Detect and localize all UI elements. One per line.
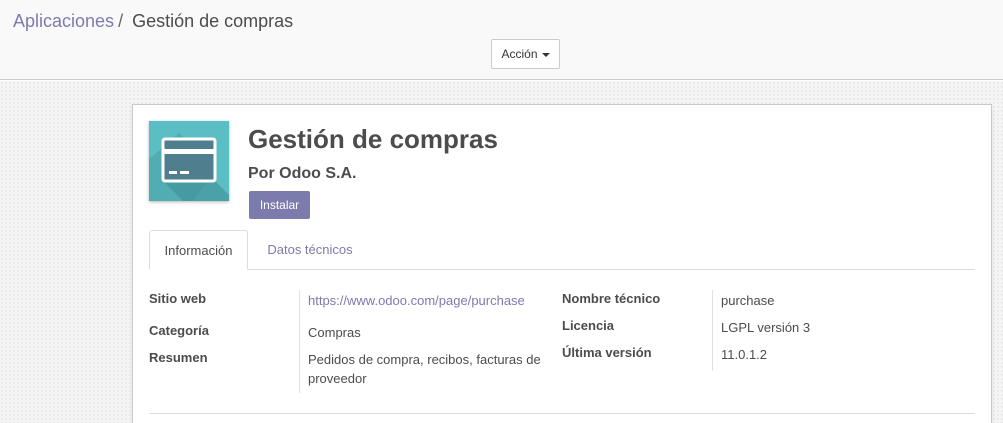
install-button[interactable]: Instalar: [249, 191, 310, 219]
category-label: Categoría: [149, 323, 209, 338]
action-button-label: Acción: [501, 47, 538, 61]
breadcrumb-current: Gestión de compras: [132, 11, 294, 31]
control-panel: Aplicaciones / Gestión de compras Acción: [0, 0, 1003, 80]
latest-version-value: 11.0.1.2: [721, 347, 768, 362]
credit-card-icon: [149, 121, 229, 201]
app-title: Gestión de compras: [248, 124, 498, 154]
app-author: Por Odoo S.A.: [248, 165, 357, 182]
tab-datos-tecnicos[interactable]: Datos técnicos: [258, 230, 362, 270]
technical-name-value: purchase: [721, 293, 775, 308]
summary-label: Resumen: [149, 350, 208, 365]
right-column-separator: [712, 290, 713, 371]
license-label: Licencia: [562, 318, 615, 333]
technical-name-label: Nombre técnico: [562, 291, 661, 306]
breadcrumb-separator: /: [118, 11, 124, 31]
summary-value: Pedidos de compra, recibos, facturas de …: [308, 352, 541, 386]
tab-informacion[interactable]: Información: [149, 230, 248, 270]
left-column-separator: [299, 290, 300, 393]
latest-version-label: Última versión: [562, 345, 652, 360]
website-label: Sitio web: [149, 291, 207, 306]
section-divider: [149, 413, 975, 414]
action-dropdown-button[interactable]: Acción: [491, 39, 560, 69]
breadcrumb-apps-link[interactable]: Aplicaciones: [13, 11, 114, 31]
caret-down-icon: [541, 52, 550, 57]
category-value: Compras: [308, 325, 361, 340]
breadcrumb: Aplicaciones / Gestión de compras: [13, 10, 293, 32]
license-value: LGPL versión 3: [721, 320, 811, 335]
website-link[interactable]: https://www.odoo.com/page/purchase: [308, 291, 525, 310]
